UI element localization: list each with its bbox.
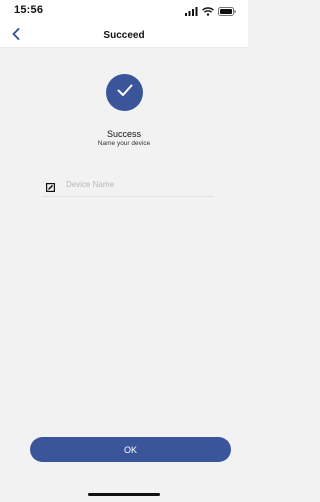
- nav-bar: Succeed: [0, 24, 248, 48]
- status-bar: 15:56: [0, 0, 248, 24]
- signal-icon: [185, 3, 198, 21]
- device-name-input[interactable]: [66, 176, 210, 192]
- edit-icon: [46, 179, 56, 193]
- battery-icon: [218, 3, 236, 21]
- success-title: Success: [106, 129, 141, 139]
- success-subtitle: Name your device: [97, 140, 151, 147]
- main-content: Success Name your device: [0, 49, 248, 502]
- page-title: Succeed: [103, 30, 145, 41]
- device-name-row: [42, 174, 214, 197]
- home-indicator: [88, 493, 160, 496]
- status-time: 15:56: [14, 4, 44, 16]
- ok-button[interactable]: OK: [30, 437, 231, 462]
- checkmark-icon: [115, 80, 135, 105]
- wifi-icon: [202, 3, 214, 21]
- success-badge: [106, 74, 143, 111]
- status-icons: [185, 6, 236, 18]
